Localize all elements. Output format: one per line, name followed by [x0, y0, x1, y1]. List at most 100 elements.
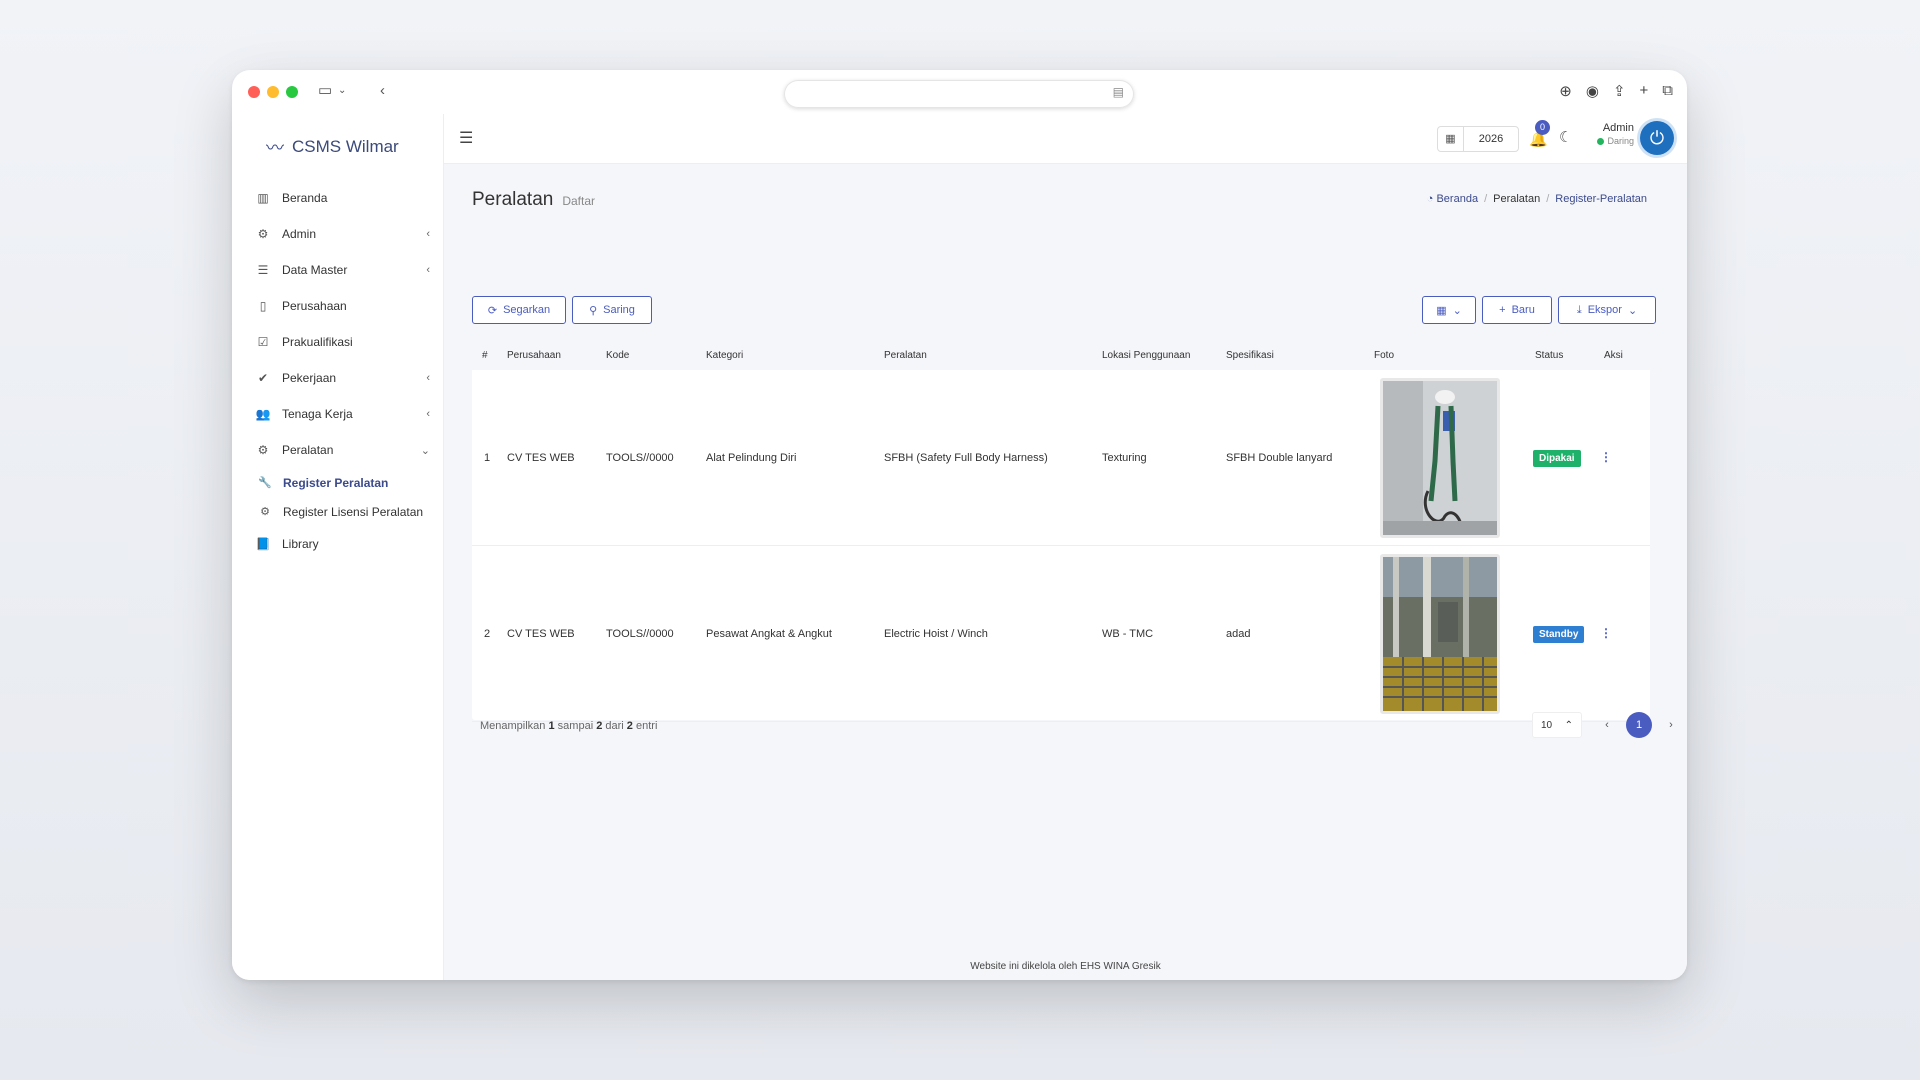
address-bar[interactable]: ▤ — [784, 80, 1134, 108]
sidebar-subitem-register-peralatan[interactable]: 🔧 Register Peralatan — [232, 468, 444, 497]
equipment-photo[interactable] — [1380, 554, 1500, 714]
row-category: Alat Pelindung Diri — [706, 452, 797, 464]
user-name: Admin — [1602, 122, 1634, 134]
topbar: ☰ ▦ 2026 🔔 0 ☾ Admin Daring ⏻ — [444, 114, 1687, 164]
notification-badge: 0 — [1535, 120, 1550, 135]
menu-toggle-icon[interactable]: ☰ — [459, 128, 473, 148]
header-category[interactable]: Kategori — [706, 350, 743, 361]
header-company[interactable]: Perusahaan — [507, 350, 561, 361]
brand[interactable]: 〰 CSMS Wilmar — [266, 134, 399, 160]
browser-actions: ⊕ ◉ ⇪ + ⧉ — [1559, 82, 1673, 100]
year-selector[interactable]: ▦ 2026 — [1437, 126, 1519, 152]
online-indicator — [1597, 137, 1605, 145]
chevron-left-icon: ‹ — [426, 372, 430, 384]
header-equipment[interactable]: Peralatan — [884, 350, 927, 361]
user-status-label: Daring — [1607, 136, 1634, 146]
notification-button[interactable]: 🔔 0 — [1529, 120, 1550, 148]
sidebar-item-tenaga-kerja[interactable]: 👥 Tenaga Kerja ‹ — [232, 396, 444, 432]
refresh-icon: ⟳ — [487, 304, 498, 317]
header-status[interactable]: Status — [1535, 350, 1563, 361]
breadcrumb: ◔ Beranda / Peralatan / Register-Peralat… — [1427, 193, 1647, 205]
row-code: TOOLS//0000 — [606, 452, 674, 464]
sidebar-item-prakualifikasi[interactable]: ☑ Prakualifikasi — [232, 324, 444, 360]
header-no[interactable]: # — [482, 350, 488, 361]
page-title-text: Peralatan — [472, 189, 554, 210]
status-badge: Dipakai — [1533, 450, 1581, 467]
header-photo[interactable]: Foto — [1374, 350, 1394, 361]
breadcrumb-section[interactable]: Peralatan — [1493, 193, 1540, 205]
sidebar-item-library[interactable]: 📘 Library — [232, 526, 444, 562]
chevron-left-icon: ‹ — [426, 408, 430, 420]
user-status: Daring — [1584, 136, 1634, 146]
chevron-down-icon: ⌄ — [1452, 304, 1462, 317]
breadcrumb-separator: / — [1484, 193, 1488, 205]
building-icon: ▯ — [259, 299, 267, 313]
minimize-window-button[interactable] — [267, 86, 279, 98]
info-prefix: Menampilkan — [480, 720, 546, 732]
header-location[interactable]: Lokasi Penggunaan — [1102, 350, 1190, 361]
power-icon[interactable]: ⏻ — [1640, 121, 1674, 155]
breadcrumb-separator: / — [1546, 193, 1550, 205]
maximize-window-button[interactable] — [286, 86, 298, 98]
tabs-overview-icon[interactable]: ⧉ — [1662, 82, 1673, 100]
prev-page-button[interactable]: ‹ — [1594, 712, 1620, 738]
row-actions-icon[interactable]: ⋮ — [1600, 450, 1612, 464]
breadcrumb-current[interactable]: Register-Peralatan — [1555, 193, 1647, 205]
header-spec[interactable]: Spesifikasi — [1226, 350, 1274, 361]
next-page-button[interactable]: › — [1658, 712, 1684, 738]
sidebar: 〰 CSMS Wilmar ▥ Beranda ⚙ Admin ‹ ☰ Data… — [232, 114, 444, 980]
sidebar-item-perusahaan[interactable]: ▯ Perusahaan — [232, 288, 444, 324]
chevron-left-icon: ‹ — [426, 228, 430, 240]
table-columns-icon: ▦ — [1436, 304, 1447, 317]
sidebar-subitem-register-lisensi[interactable]: ⚙ Register Lisensi Peralatan — [232, 497, 444, 526]
chevron-down-icon[interactable]: ⌄ — [338, 82, 346, 100]
site-footer: Website ini dikelola oleh EHS WINA Gresi… — [970, 961, 1161, 972]
download-icon[interactable]: ⊕ — [1559, 82, 1572, 100]
equipment-photo[interactable] — [1380, 378, 1500, 538]
pagination: ‹ 1 › — [1594, 712, 1684, 738]
user-info[interactable]: Admin Daring — [1584, 122, 1634, 146]
header-actions: Aksi — [1604, 350, 1623, 361]
export-label: Ekspor — [1587, 304, 1622, 316]
sidebar-item-beranda[interactable]: ▥ Beranda — [232, 180, 444, 216]
back-icon[interactable]: ‹ — [380, 82, 385, 100]
sidebar-item-admin[interactable]: ⚙ Admin ‹ — [232, 216, 444, 252]
page-size-value: 10 — [1541, 719, 1553, 731]
dark-mode-icon[interactable]: ☾ — [1559, 128, 1572, 146]
record-icon[interactable]: ◉ — [1586, 82, 1599, 100]
sidebar-item-pekerjaan[interactable]: ✔ Pekerjaan ‹ — [232, 360, 444, 396]
new-tab-icon[interactable]: + — [1640, 82, 1649, 100]
page-title: Peralatan Daftar — [472, 189, 595, 211]
users-icon: 👥 — [255, 407, 271, 421]
info-total: 2 — [626, 720, 633, 732]
dashboard-icon: ◔ — [1426, 193, 1437, 205]
table-row[interactable]: 1 CV TES WEB TOOLS//0000 Alat Pelindung … — [472, 370, 1650, 546]
sidebar-item-peralatan[interactable]: ⚙ Peralatan ⌄ — [232, 432, 444, 468]
chevron-down-icon: ⌄ — [1627, 304, 1638, 317]
sidebar-item-label: Prakualifikasi — [282, 335, 353, 349]
row-actions-icon[interactable]: ⋮ — [1600, 626, 1612, 640]
breadcrumb-home[interactable]: ◔ Beranda — [1427, 193, 1478, 205]
filter-button[interactable]: ⚲ Saring — [572, 296, 652, 324]
page-button[interactable]: 1 — [1626, 712, 1652, 738]
table-row[interactable]: 2 CV TES WEB TOOLS//0000 Pesawat Angkat … — [472, 546, 1650, 722]
header-code[interactable]: Kode — [606, 350, 629, 361]
refresh-button[interactable]: ⟳ Segarkan — [472, 296, 566, 324]
share-icon[interactable]: ⇪ — [1613, 82, 1626, 100]
sidebar-item-label: Perusahaan — [282, 299, 347, 313]
sidebar-item-label: Peralatan — [282, 443, 334, 457]
row-location: WB - TMC — [1102, 628, 1154, 640]
column-toggle-button[interactable]: ▦ ⌄ — [1422, 296, 1476, 324]
new-button[interactable]: + Baru — [1482, 296, 1552, 324]
breadcrumb-home-label: Beranda — [1436, 193, 1479, 205]
plus-icon: + — [1499, 304, 1506, 316]
export-button[interactable]: ⤓ Ekspor ⌄ — [1558, 296, 1656, 324]
harness-photo-image — [1383, 381, 1497, 535]
sidebar-subitem-label: Register Lisensi Peralatan — [283, 504, 424, 519]
sidebar-item-data-master[interactable]: ☰ Data Master ‹ — [232, 252, 444, 288]
close-window-button[interactable] — [248, 86, 260, 98]
page-size-select[interactable]: 10 ⌃ — [1532, 712, 1582, 738]
reader-icon[interactable]: ▤ — [1113, 85, 1124, 99]
year-value: 2026 — [1478, 133, 1504, 145]
sidebar-toggle-icon[interactable]: ▭ — [318, 82, 332, 100]
